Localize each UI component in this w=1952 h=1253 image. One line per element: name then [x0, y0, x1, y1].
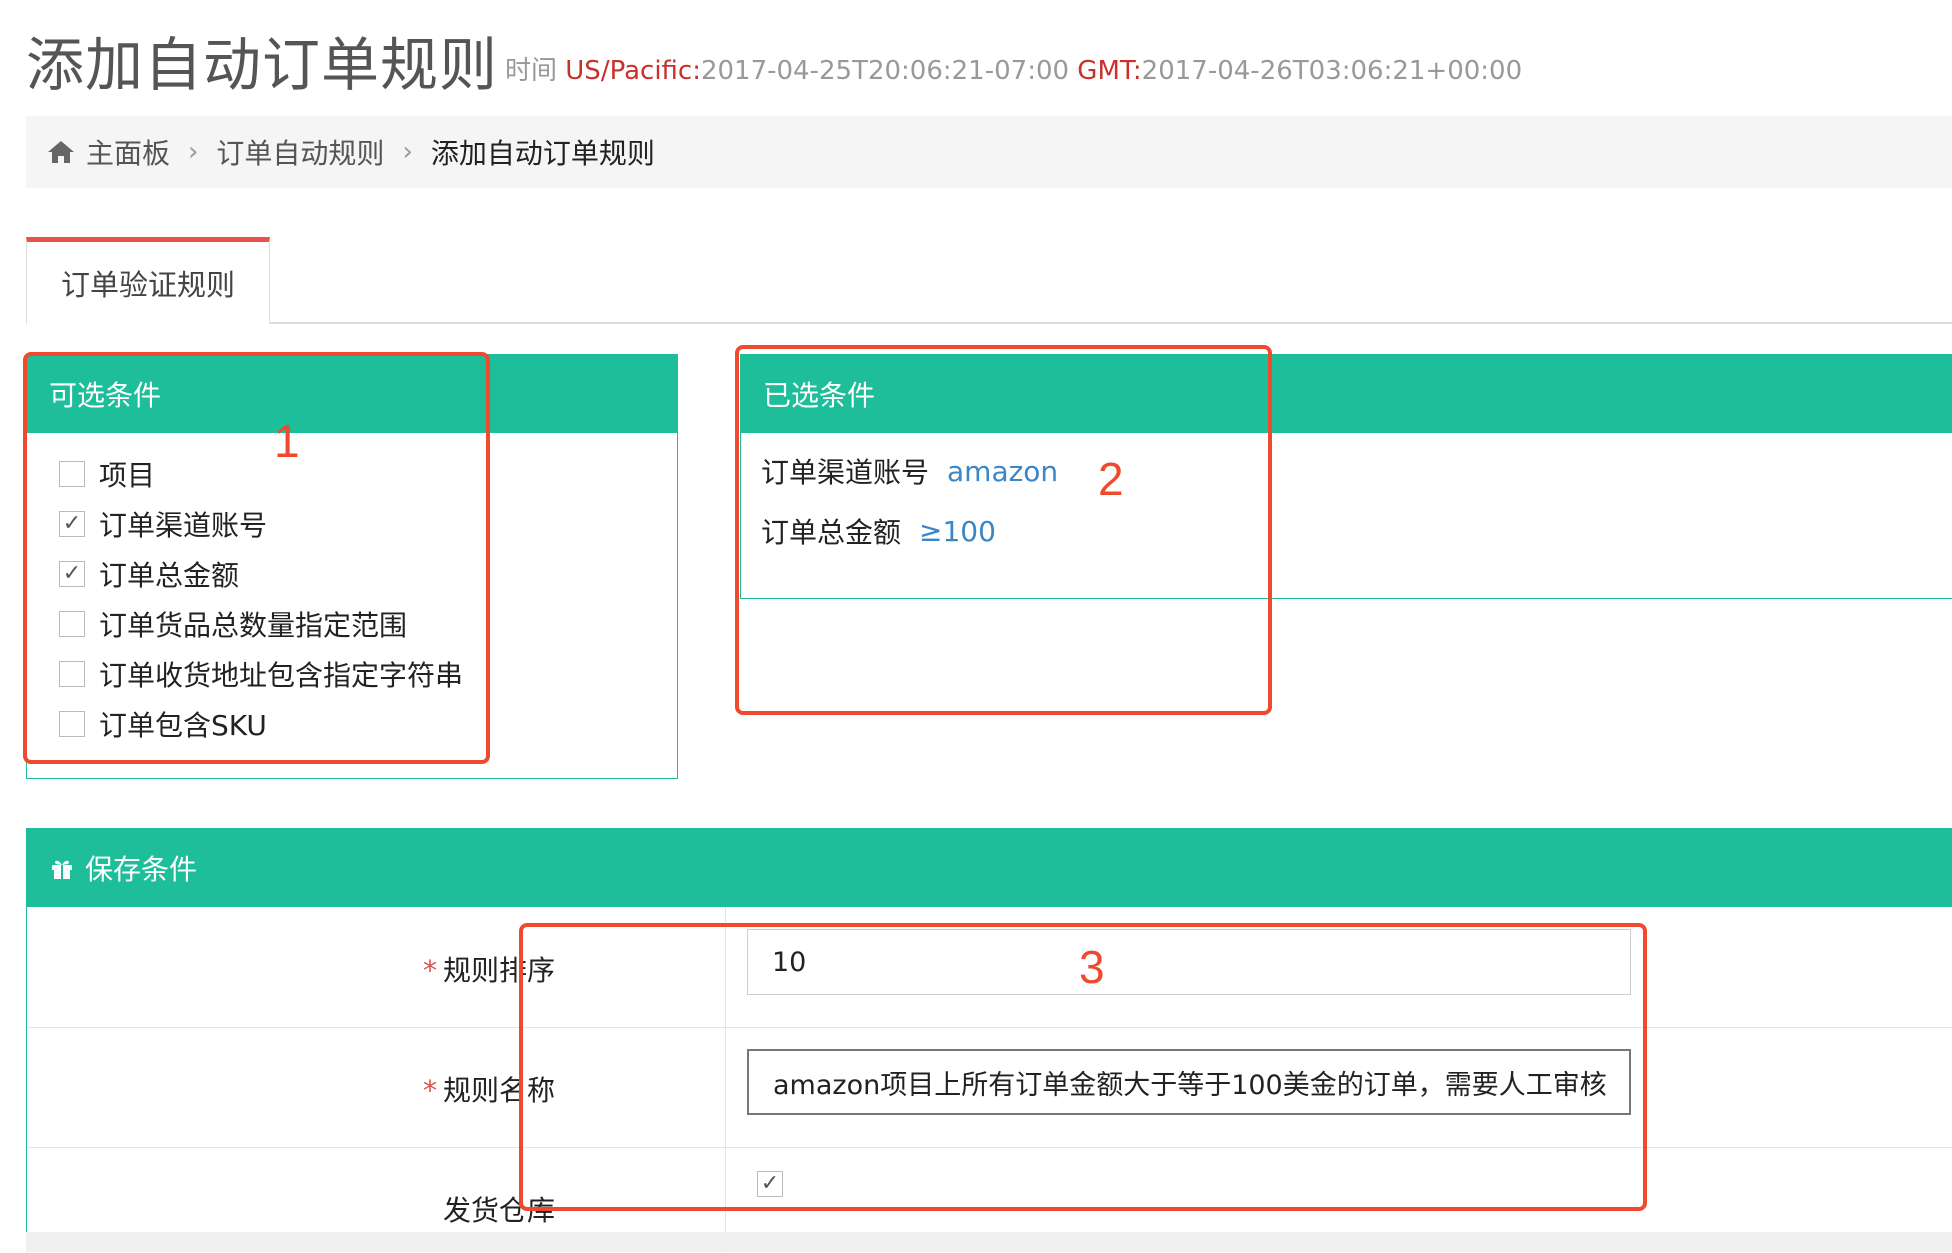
page-title: 添加自动订单规则: [26, 31, 499, 99]
warehouse-label: 发货仓库: [442, 1194, 555, 1227]
breadcrumb-item-current: 添加自动订单规则: [430, 137, 655, 170]
gift-icon: [49, 855, 75, 881]
chevron-right-icon: ›: [188, 137, 199, 167]
tz1-value: 2017-04-25T20:06:21-07:00: [700, 56, 1070, 86]
home-icon[interactable]: [46, 139, 76, 165]
annotation-number-2: 2: [1098, 453, 1124, 505]
tz1-label: US/Pacific:: [565, 56, 701, 86]
tab-order-validation-rules[interactable]: 订单验证规则: [26, 237, 270, 324]
tz2-label: GMT:: [1077, 56, 1142, 86]
rule-name-label: * 规则名称: [422, 1074, 555, 1107]
breadcrumb-item-dashboard[interactable]: 主面板: [86, 132, 170, 172]
annotation-number-1: 1: [274, 415, 300, 467]
required-mark: *: [422, 954, 437, 987]
annotation-box-2: [735, 345, 1272, 715]
tz2-value: 2017-04-26T03:06:21+00:00: [1141, 56, 1523, 86]
annotation-number-3: 3: [1079, 941, 1105, 993]
breadcrumb: 主面板 › 订单自动规则 › 添加自动订单规则: [26, 116, 1952, 188]
bottom-bar: [26, 1232, 1952, 1252]
time-info: 时间 US/Pacific:2017-04-25T20:06:21-07:00 …: [505, 50, 1522, 87]
time-label: 时间: [505, 56, 558, 86]
annotation-box-1: [23, 352, 490, 764]
save-conditions-title: 保存条件: [85, 853, 198, 886]
breadcrumb-item-auto-rules[interactable]: 订单自动规则: [216, 132, 384, 172]
chevron-right-icon: ›: [402, 137, 413, 167]
save-conditions-header: 保存条件: [27, 829, 1952, 907]
required-mark: *: [422, 1074, 437, 1107]
rule-order-label: * 规则排序: [422, 954, 555, 987]
tab-bar-divider: [26, 322, 1952, 324]
